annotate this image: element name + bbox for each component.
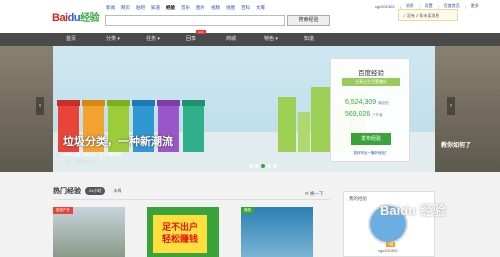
username[interactable]: cgc201902 bbox=[378, 248, 398, 253]
carousel-dot[interactable] bbox=[255, 164, 259, 168]
refresh-label: 换一下 bbox=[310, 191, 324, 196]
nav-category[interactable]: 分类 ▾ bbox=[106, 33, 120, 46]
link-news[interactable]: 新闻 bbox=[106, 5, 115, 11]
separator: | bbox=[399, 3, 401, 9]
banner-title[interactable]: 垃圾分类，一种新潮流 bbox=[63, 133, 173, 149]
link-music[interactable]: 音乐 bbox=[181, 5, 190, 11]
product-links: 新闻 网页 贴吧 知道 经验 音乐 图片 视频 地图 百科 文库 bbox=[106, 5, 265, 11]
promo-headline: 足不出户 轻松赚钱 bbox=[153, 215, 207, 253]
building-shape bbox=[278, 97, 296, 152]
nav-huixiang-label: 回享 bbox=[186, 36, 197, 42]
hot-item-thumbnail[interactable]: 足不出户 轻松赚钱 bbox=[147, 207, 219, 257]
author-count-unit: 个作者 bbox=[372, 113, 383, 117]
nav-zhidao[interactable]: 知道 bbox=[304, 33, 314, 46]
main-nav: 首页 分类 ▾ 任务 ▾ 回享 new 商城 特色 ▾ 知道 bbox=[0, 30, 500, 46]
promo-line-2: 轻松赚钱 bbox=[161, 234, 198, 244]
link-baike[interactable]: 百科 bbox=[241, 5, 250, 11]
promo-line-1: 足不出户 bbox=[161, 222, 198, 232]
link-web[interactable]: 网页 bbox=[121, 5, 130, 11]
baidu-watermark: Baidu 经验 bbox=[380, 203, 446, 218]
separator: | bbox=[464, 3, 466, 9]
logo-text-left: Bai bbox=[52, 12, 68, 24]
logo-text-right: 经验 bbox=[80, 13, 100, 24]
experience-count: 6,524,309 篇经验 bbox=[345, 99, 389, 106]
carousel-dot[interactable] bbox=[273, 164, 277, 168]
building-shape bbox=[298, 112, 310, 152]
item-tag: 旅游户外 bbox=[53, 207, 73, 214]
refresh-button[interactable]: ⟳ 换一下 bbox=[305, 191, 324, 197]
hot-item-thumbnail[interactable]: 情感 bbox=[241, 207, 313, 257]
message-dropdown[interactable]: ✓ 没有 2 条未读消息 bbox=[398, 9, 458, 21]
author-count: 569,026 个作者 bbox=[345, 111, 383, 118]
stats-card-title: 百度经验 bbox=[358, 70, 384, 77]
next-slide-preview: 教你如何了 bbox=[435, 46, 500, 172]
carousel-dot-active[interactable] bbox=[261, 164, 265, 168]
link-jingyan[interactable]: 经验 bbox=[166, 5, 175, 11]
link-map[interactable]: 地图 bbox=[226, 5, 235, 11]
more-link[interactable]: 更多 bbox=[471, 3, 479, 9]
nav-home[interactable]: 首页 bbox=[66, 33, 76, 46]
item-tag: 情感 bbox=[241, 207, 254, 214]
divider bbox=[53, 199, 330, 200]
trash-can-icon bbox=[182, 100, 205, 152]
carousel-dots bbox=[249, 164, 277, 168]
prev-arrow-icon[interactable]: ‹ bbox=[36, 97, 44, 115]
username-link[interactable]: cgc201902 bbox=[375, 4, 395, 9]
check-icon: ✓ bbox=[403, 13, 406, 18]
experience-count-unit: 篇经验 bbox=[378, 101, 389, 105]
level-badge: 1级 bbox=[386, 242, 396, 247]
new-badge: new bbox=[196, 30, 206, 34]
building-shape bbox=[311, 87, 331, 152]
nav-mall[interactable]: 商城 bbox=[226, 33, 236, 46]
slogan-ribbon: 分享让生活更美好 bbox=[342, 78, 400, 86]
prev-slide-preview bbox=[0, 46, 53, 172]
logo-paw-text: du bbox=[67, 12, 81, 24]
baidu-jingyan-logo[interactable]: Baidu经验 bbox=[52, 9, 100, 24]
next-slide-title: 教你如何了 bbox=[441, 143, 472, 149]
banner-subtitle: 你的垃圾分类吗？还未爆裂吧 bbox=[63, 152, 122, 157]
publish-button[interactable]: 发布经验 bbox=[351, 133, 391, 145]
search-input[interactable] bbox=[105, 15, 285, 26]
separator: | bbox=[418, 3, 420, 9]
experience-count-value: 6,524,309 bbox=[345, 99, 377, 106]
nav-tasks[interactable]: 任务 ▾ bbox=[146, 33, 160, 46]
next-arrow-icon[interactable]: › bbox=[447, 97, 455, 115]
hot-item-thumbnail[interactable]: 旅游户外 bbox=[53, 207, 125, 257]
dropdown-text: 没有 2 条未读消息 bbox=[406, 13, 440, 18]
tab-24h[interactable]: 24小时 bbox=[85, 187, 106, 195]
stats-card: 百度经验 分享让生活更美好 6,524,309 篇经验 569,026 个作者 … bbox=[330, 58, 410, 162]
banner-author[interactable]: 作者：晨晨的新家 bbox=[63, 159, 95, 165]
link-video[interactable]: 视频 bbox=[211, 5, 220, 11]
my-panel-title: 我的经验 bbox=[349, 196, 367, 201]
how-to-write-link[interactable]: 如何写出一篇好经验？ bbox=[331, 151, 411, 156]
top-bar: Baidu经验 新闻 网页 贴吧 知道 经验 音乐 图片 视频 地图 百科 文库… bbox=[0, 0, 500, 33]
carousel-dot[interactable] bbox=[267, 164, 271, 168]
link-tieba[interactable]: 贴吧 bbox=[136, 5, 145, 11]
link-zhidao[interactable]: 知道 bbox=[151, 5, 160, 11]
tab-week[interactable]: 本周 bbox=[109, 187, 125, 195]
link-images[interactable]: 图片 bbox=[196, 5, 205, 11]
search-button[interactable]: 搜索经验 bbox=[287, 15, 330, 26]
nav-featured[interactable]: 特色 ▾ bbox=[264, 33, 278, 46]
carousel-dot[interactable] bbox=[249, 164, 253, 168]
link-wenku[interactable]: 文库 bbox=[256, 5, 265, 11]
author-count-value: 569,026 bbox=[345, 111, 371, 118]
separator: | bbox=[437, 3, 439, 9]
hot-header: 热门经验 24小时 本周 bbox=[53, 186, 125, 196]
nav-huixiang[interactable]: 回享 new bbox=[186, 30, 206, 46]
hot-title: 热门经验 bbox=[53, 188, 81, 195]
